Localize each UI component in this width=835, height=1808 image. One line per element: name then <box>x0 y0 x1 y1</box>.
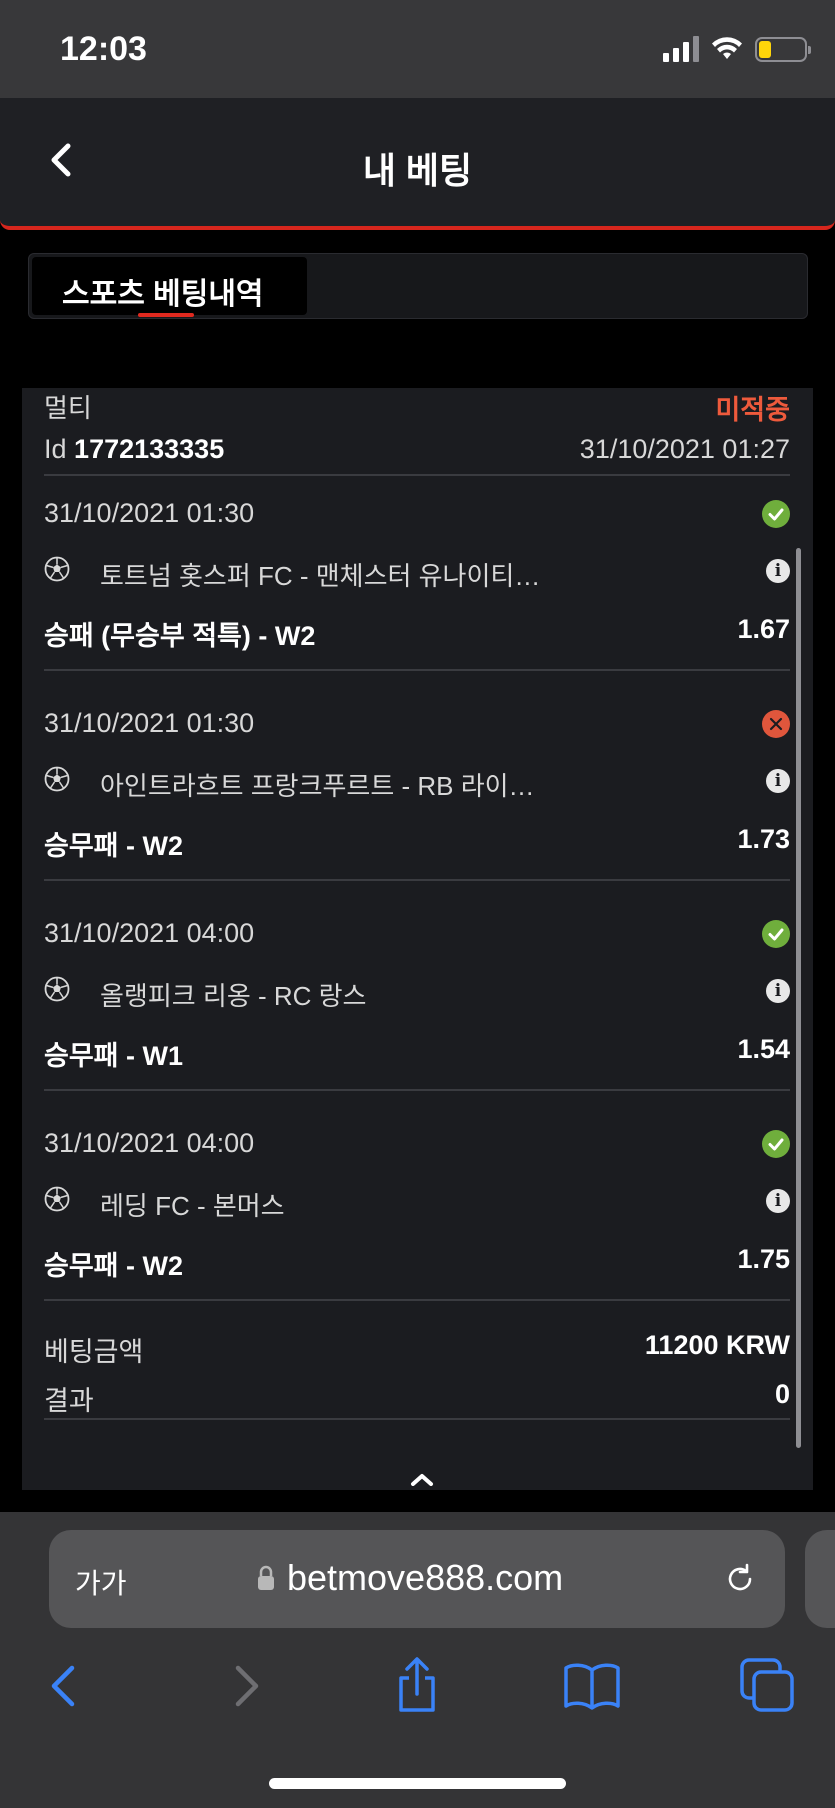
browser-toolbar: 가가 betmove888.com <box>0 1512 835 1808</box>
divider <box>44 1299 790 1301</box>
stake-value: 11200 KRW <box>644 1330 790 1360</box>
bet-leg: 31/10/2021 04:00 레딩 FC - 본머스 i 승무패 - W2 … <box>44 1106 790 1316</box>
bet-type-label: 멀티 <box>44 393 92 423</box>
soccer-ball-icon <box>44 766 70 792</box>
odds: 1.75 <box>737 1244 790 1274</box>
market-selection: 승무패 - W1 <box>44 1041 184 1071</box>
won-check-icon <box>762 920 790 948</box>
home-indicator <box>269 1778 566 1789</box>
payout-row: 결과 0 <box>44 1379 790 1418</box>
tab-label: 스포츠 베팅내역 <box>62 278 264 311</box>
match-name: 레딩 FC - 본머스 <box>100 1191 285 1221</box>
divider <box>44 879 790 881</box>
bet-leg: 31/10/2021 01:30 아인트라흐트 프랑크푸르트 - RB 라이… … <box>44 686 790 896</box>
info-icon[interactable]: i <box>766 769 790 793</box>
browser-back-icon[interactable] <box>36 1656 96 1716</box>
odds: 1.73 <box>737 824 790 854</box>
bet-status-badge: 미적중 <box>715 395 790 425</box>
reload-icon[interactable] <box>723 1562 757 1596</box>
info-icon[interactable]: i <box>766 1189 790 1213</box>
scrollbar[interactable] <box>796 548 801 1448</box>
tabs-icon[interactable] <box>738 1656 798 1716</box>
bet-type: 멀티 미적중 <box>44 388 790 425</box>
market-selection: 승패 (무승부 적특) - W2 <box>44 621 316 651</box>
won-check-icon <box>762 500 790 528</box>
stake-row: 베팅금액 11200 KRW <box>44 1330 790 1369</box>
battery-icon <box>755 36 811 62</box>
match-name: 토트넘 홋스퍼 FC - 맨체스터 유나이티… <box>100 561 541 591</box>
browser-forward-icon[interactable] <box>214 1656 274 1716</box>
reader-text-size-button[interactable]: 가가 <box>75 1562 127 1602</box>
lock-icon <box>258 1565 274 1590</box>
wifi-icon <box>712 37 742 59</box>
soccer-ball-icon <box>44 556 70 582</box>
status-icons <box>663 36 811 62</box>
bet-placed-date: 31/10/2021 01:27 <box>579 434 790 464</box>
active-tab-indicator <box>138 313 194 317</box>
bet-leg: 31/10/2021 01:30 토트넘 홋스퍼 FC - 맨체스터 유나이티…… <box>44 476 790 686</box>
info-icon[interactable]: i <box>766 979 790 1003</box>
leg-time: 31/10/2021 01:30 <box>44 498 255 528</box>
lost-x-icon <box>762 710 790 738</box>
leg-time: 31/10/2021 04:00 <box>44 918 255 948</box>
divider <box>44 669 790 671</box>
bet-id-row: Id 1772133335 31/10/2021 01:27 <box>44 434 790 465</box>
odds: 1.54 <box>737 1034 790 1064</box>
bet-card: 멀티 미적중 Id 1772133335 31/10/2021 01:27 31… <box>22 388 813 1490</box>
bet-leg: 31/10/2021 04:00 올랭피크 리옹 - RC 랑스 i 승무패 -… <box>44 896 790 1106</box>
bet-id: 1772133335 <box>74 434 225 464</box>
tab-bar: 스포츠 베팅내역 <box>28 253 808 319</box>
soccer-ball-icon <box>44 976 70 1002</box>
won-check-icon <box>762 1130 790 1158</box>
odds: 1.67 <box>737 614 790 644</box>
bet-id-prefix: Id <box>44 434 67 464</box>
page-title: 내 베팅 <box>362 150 473 191</box>
cellular-signal-icon <box>663 36 699 62</box>
bookmarks-icon[interactable] <box>562 1656 622 1716</box>
market-selection: 승무패 - W2 <box>44 831 184 861</box>
leg-time: 31/10/2021 01:30 <box>44 708 255 738</box>
soccer-ball-icon <box>44 1186 70 1212</box>
payout-value: 0 <box>774 1379 790 1409</box>
next-tab-preview[interactable] <box>805 1530 835 1628</box>
safari-toolbar <box>0 1656 835 1726</box>
match-name: 아인트라흐트 프랑크푸르트 - RB 라이… <box>100 771 535 801</box>
app-header: 내 베팅 <box>0 98 835 230</box>
status-time: 12:03 <box>60 30 147 68</box>
divider <box>44 1089 790 1091</box>
url-text: betmove888.com <box>287 1557 564 1598</box>
market-selection: 승무패 - W2 <box>44 1251 184 1281</box>
payout-label: 결과 <box>44 1386 94 1416</box>
chevron-up-icon[interactable] <box>410 1472 434 1486</box>
tab-sports-bet-history[interactable]: 스포츠 베팅내역 <box>32 257 307 317</box>
share-icon[interactable] <box>387 1656 447 1716</box>
stake-label: 베팅금액 <box>44 1337 144 1367</box>
match-name: 올랭피크 리옹 - RC 랑스 <box>100 981 367 1011</box>
status-bar: 12:03 <box>0 0 835 98</box>
divider <box>44 1418 790 1420</box>
info-icon[interactable]: i <box>766 559 790 583</box>
leg-time: 31/10/2021 04:00 <box>44 1128 255 1158</box>
address-bar[interactable]: 가가 betmove888.com <box>49 1530 785 1628</box>
